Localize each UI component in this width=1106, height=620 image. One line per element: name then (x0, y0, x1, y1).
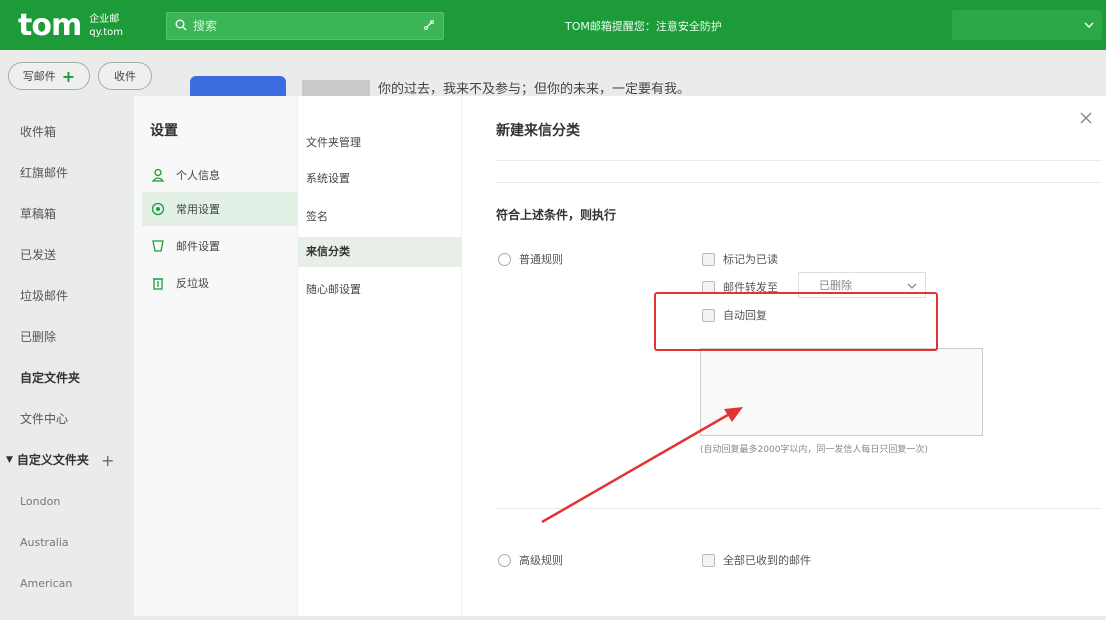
mail-banner-quote: 你的过去，我来不及参与；但你的未来，一定要有我。 (378, 82, 691, 97)
receive-button[interactable]: 收件 (98, 62, 152, 90)
radio-circle[interactable] (498, 252, 511, 266)
search-box[interactable] (166, 12, 444, 40)
category-anti-spam[interactable]: 反垃圾 (142, 266, 298, 300)
subnav-signature[interactable]: 签名 (298, 202, 461, 232)
chevron-down-icon (1084, 18, 1094, 32)
top-bar: tom 企业邮 qy.tom TOM邮箱提醒您：注意安全防护 (0, 0, 1106, 50)
sidebar-item-spam[interactable]: 垃圾邮件 (0, 276, 134, 317)
caret-down-icon: ▼ (6, 455, 13, 465)
sidebar-item-drafts[interactable]: 草稿箱 (0, 194, 134, 235)
plus-icon: + (61, 66, 76, 86)
auto-reply-textarea[interactable] (700, 348, 983, 436)
checkbox-label: 标记为已读 (723, 253, 778, 266)
close-icon (1080, 112, 1092, 124)
subnav-folder-management[interactable]: 文件夹管理 (298, 128, 461, 158)
divider (496, 508, 1102, 509)
link-icon[interactable] (423, 19, 435, 34)
checkbox-box[interactable] (702, 553, 715, 567)
subnav-suixin-mail[interactable]: 随心邮设置 (298, 275, 461, 305)
shield-icon (150, 239, 166, 253)
trash-icon (150, 276, 166, 290)
settings-dialog: 设置 个人信息 常用设置 邮件设置 反垃圾 文件夹管理 系统设置 签名 来信分类… (134, 96, 1106, 616)
category-label: 反垃圾 (176, 277, 209, 290)
checkbox-label: 全部已收到的邮件 (723, 554, 811, 567)
sidebar-item-deleted[interactable]: 已删除 (0, 317, 134, 358)
search-icon (175, 19, 187, 34)
folder-item[interactable]: American (0, 563, 134, 604)
panel-title: 新建来信分类 (496, 123, 580, 139)
receive-label: 收件 (114, 70, 136, 83)
subnav-incoming-rules[interactable]: 来信分类 (298, 237, 461, 267)
sidebar-item-file-center[interactable]: 文件中心 (0, 399, 134, 440)
category-label: 常用设置 (176, 203, 220, 216)
radio-label: 高级规则 (519, 554, 563, 567)
category-label: 个人信息 (176, 169, 220, 182)
search-input[interactable] (193, 19, 423, 33)
sidebar-item-sent[interactable]: 已发送 (0, 235, 134, 276)
radio-advanced-rule[interactable]: 高级规则 (498, 552, 563, 568)
settings-category-panel: 设置 个人信息 常用设置 邮件设置 反垃圾 (134, 96, 298, 616)
rule-editor-panel: 新建来信分类 符合上述条件，则执行 普通规则 标记为已读 邮件转发至 已删除 自… (462, 96, 1106, 616)
close-button[interactable] (1078, 110, 1098, 130)
sidebar-item-inbox[interactable]: 收件箱 (0, 112, 134, 153)
chevron-down-icon (907, 283, 917, 289)
checkbox-mark-read[interactable]: 标记为已读 (702, 251, 778, 267)
settings-icon (150, 202, 166, 216)
folder-item[interactable]: London (0, 481, 134, 522)
logo-sub-line1: 企业邮 (89, 13, 120, 25)
radio-normal-rule[interactable]: 普通规则 (498, 251, 563, 267)
category-common-settings[interactable]: 常用设置 (142, 192, 298, 226)
custom-folders-header[interactable]: ▼ 自定义文件夹 + (0, 440, 134, 481)
radio-label: 普通规则 (519, 253, 563, 266)
select-value: 已删除 (819, 279, 852, 292)
category-label: 邮件设置 (176, 240, 220, 253)
custom-folders-label: 自定义文件夹 (16, 453, 89, 467)
divider (496, 160, 1102, 161)
add-folder-icon[interactable]: + (101, 440, 114, 481)
category-personal-info[interactable]: 个人信息 (142, 158, 298, 192)
user-icon (150, 168, 166, 182)
sidebar-item-flagged[interactable]: 红旗邮件 (0, 153, 134, 194)
settings-title: 设置 (150, 123, 178, 139)
logo-word: tom (18, 8, 82, 43)
blurred-sender (302, 80, 370, 96)
logo[interactable]: tom 企业邮 qy.tom (18, 8, 123, 43)
account-menu[interactable] (952, 10, 1102, 40)
settings-subnav: 文件夹管理 系统设置 签名 来信分类 随心邮设置 (298, 96, 462, 616)
mail-sidebar: 收件箱 红旗邮件 草稿箱 已发送 垃圾邮件 已删除 自定文件夹 文件中心 ▼ 自… (0, 112, 134, 620)
logo-subtitle: 企业邮 qy.tom (89, 13, 123, 39)
sidebar-item-custom[interactable]: 自定文件夹 (0, 358, 134, 399)
highlight-box (654, 292, 938, 351)
folder-item[interactable]: US (0, 604, 134, 620)
compose-label: 写邮件 (22, 70, 56, 83)
checkbox-box[interactable] (702, 252, 715, 266)
checkbox-all-mail[interactable]: 全部已收到的邮件 (702, 552, 811, 568)
compose-button[interactable]: 写邮件 + (8, 62, 90, 90)
logo-sub-line2: qy.tom (89, 26, 124, 38)
subnav-system-settings[interactable]: 系统设置 (298, 164, 461, 194)
auto-reply-hint: (自动回复最多2000字以内，同一发信人每日只回复一次) (700, 445, 928, 455)
divider (496, 182, 1102, 183)
folder-item[interactable]: Australia (0, 522, 134, 563)
condition-title: 符合上述条件，则执行 (496, 208, 617, 222)
radio-circle[interactable] (498, 553, 511, 567)
announcement-text[interactable]: TOM邮箱提醒您：注意安全防护 (565, 18, 722, 34)
category-mail-settings[interactable]: 邮件设置 (142, 229, 298, 263)
